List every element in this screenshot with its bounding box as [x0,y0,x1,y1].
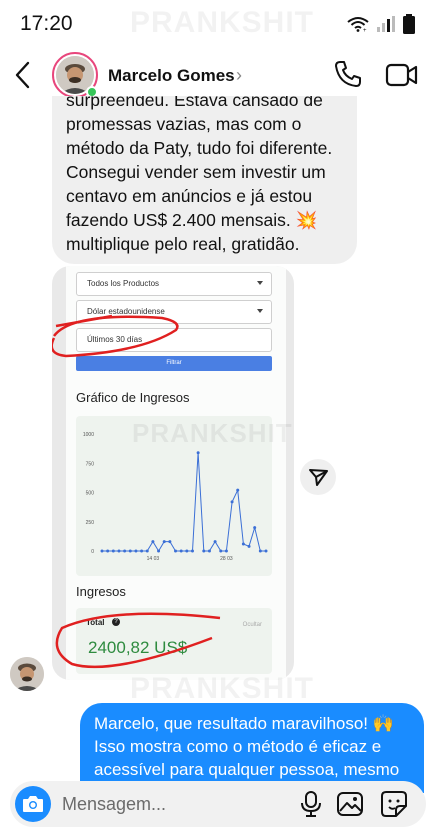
status-bar: 17:20 PRANKSHIT + [0,0,435,44]
voice-message-button[interactable] [298,790,324,818]
camera-button[interactable] [15,786,51,822]
shared-screenshot[interactable]: Todos los Productos Dólar estadounidense… [52,266,294,680]
mic-icon [301,791,321,817]
phone-icon [335,61,361,87]
forward-button[interactable] [300,459,336,495]
chevron-right-icon[interactable]: › [236,65,242,86]
back-button[interactable] [10,58,38,92]
sender-avatar[interactable] [10,657,44,691]
message-input[interactable] [62,793,282,815]
sticker-button[interactable] [380,790,408,818]
back-icon [15,61,30,89]
send-icon [309,469,328,486]
outgoing-message-text: Marcelo, que resultado maravilhoso! 🙌 Is… [94,714,400,779]
sticker-icon [381,791,407,817]
incoming-message-bubble[interactable]: surpreendeu. Estava cansado de promessas… [52,96,357,264]
gallery-icon [337,792,363,816]
outgoing-message-bubble[interactable]: Marcelo, que resultado maravilhoso! 🙌 Is… [80,703,424,793]
annotation-scribbles [52,314,221,669]
message-composer [10,781,426,827]
svg-text:+: + [363,28,367,32]
gallery-button[interactable] [336,791,364,817]
status-icons: + [347,14,415,34]
video-icon [385,63,418,87]
signal-icon [377,16,395,32]
incoming-message-text: surpreendeu. Estava cansado de promessas… [66,96,333,254]
battery-icon [403,14,415,34]
wifi-icon: + [347,16,369,32]
watermark-top: PRANKSHIT [130,6,315,39]
contact-name[interactable]: Marcelo Gomes [108,66,235,86]
video-call-button[interactable] [385,60,419,90]
camera-icon [23,796,43,812]
status-time: 17:20 [20,12,73,35]
voice-call-button[interactable] [332,58,364,90]
